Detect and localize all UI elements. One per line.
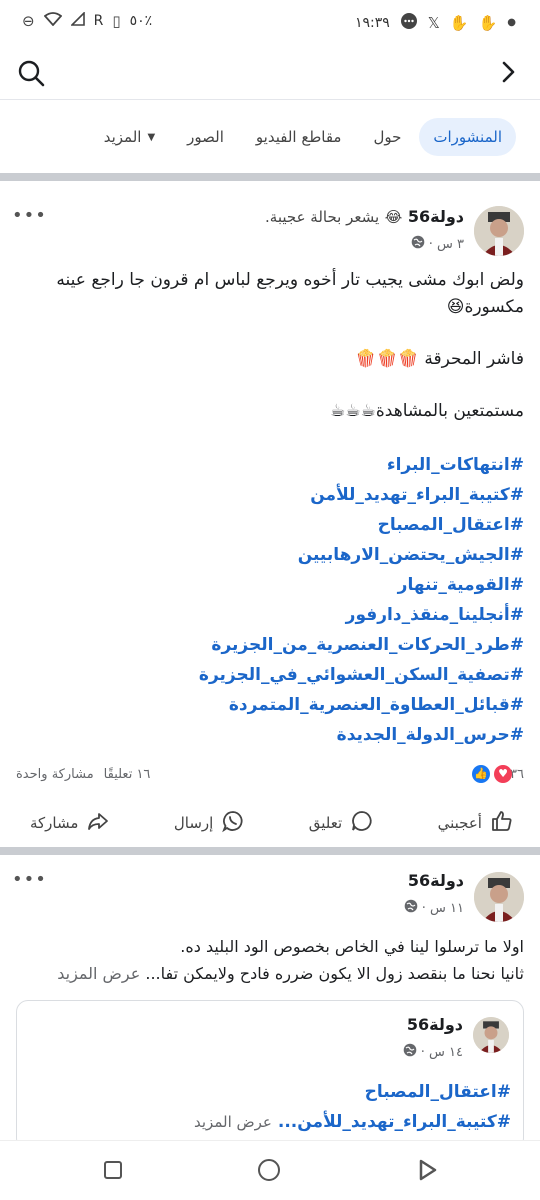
hashtag-link[interactable]: #كتيبة_البراء_تهديد_للأمن... — [278, 1107, 511, 1137]
wifi-icon — [43, 12, 62, 30]
status-bar: ١٩:٣٩ 𝕏 ✋ ✋ ● ⊖ R ▯ ٥٠٪ — [0, 0, 540, 44]
author-name[interactable]: دولة56 — [408, 207, 464, 226]
hashtag-link[interactable]: #اعتقال_المصباح — [14, 510, 524, 540]
hashtag-link[interactable]: #طرد_الحركات_العنصرية_من_الجزيرة — [14, 630, 524, 660]
post-meta: ١١ س · — [404, 899, 464, 917]
tab-label: المزيد — [103, 128, 142, 146]
share-button[interactable]: مشاركة — [30, 809, 110, 837]
post-body: اولا ما ترسلوا لينا في الخاص بخصوص الود … — [14, 933, 524, 987]
search-icon[interactable] — [16, 58, 46, 88]
network-type: R — [93, 13, 104, 29]
recents-button[interactable] — [104, 1161, 122, 1179]
globe-icon — [404, 899, 418, 917]
love-reaction-icon: ♥ — [494, 765, 513, 783]
x-icon: 𝕏 — [427, 14, 440, 32]
author-name[interactable]: دولة56 — [408, 871, 464, 890]
hashtag-link[interactable]: #الجيش_يحتضن_الارهابيين — [14, 540, 524, 570]
hashtag-link[interactable]: #قبائل_العطاوة_العنصرية_المتمردة — [14, 690, 524, 720]
hashtag-link[interactable]: #حرس_الدولة_الجديدة — [14, 720, 524, 750]
globe-icon — [411, 235, 425, 253]
hashtag-link[interactable]: #القومية_تنهار — [14, 570, 524, 600]
post-meta: ١٤ س · — [403, 1043, 463, 1061]
hashtag-link[interactable]: #كتيبة_البراء_تهديد_للأمن — [14, 480, 524, 510]
post-text-line: فاشر المحرقة 🍿🍿🍿 — [355, 349, 524, 369]
comment-icon — [350, 809, 374, 837]
tab-label: المنشورات — [433, 128, 502, 146]
battery-icon: ▯ — [112, 12, 121, 30]
system-nav-bar — [0, 1140, 540, 1200]
shares-count[interactable]: مشاركة واحدة — [16, 767, 94, 782]
comments-count[interactable]: ١٦ تعليقًا — [104, 767, 151, 782]
reactions-row: 👍 ♥ ٣٦ ١٦ تعليقًا مشاركة واحدة — [0, 763, 540, 791]
share-label: مشاركة — [30, 814, 79, 832]
hashtag-link[interactable]: #تصفية_السكن_العشوائي_في_الجزيرة — [14, 660, 524, 690]
more-options-icon[interactable]: ••• — [12, 205, 47, 226]
avatar[interactable] — [474, 872, 524, 922]
thumbs-up-icon — [490, 809, 514, 837]
hashtag-link[interactable]: #اعتقال_المصباح — [31, 1077, 511, 1107]
shared-post-card[interactable]: دولة56 ١٤ س · #اعتقال_المصباح #كتيبة_الب… — [16, 1000, 524, 1150]
post-body: ولض ابوك مشى يجيب تار أخوه ويرجع لباس ام… — [14, 267, 524, 750]
hashtag-link[interactable]: #أنجلينا_منقذ_دارفور — [14, 600, 524, 630]
post-text-truncated: ثانيا نحنا ما بنقصد زول الا يكون ضرره فا… — [145, 964, 524, 983]
tab-label: مقاطع الفيديو — [255, 128, 342, 146]
post-time: ١١ س · — [421, 900, 464, 916]
comment-button[interactable]: تعليق — [309, 809, 374, 837]
post-time: ٣ س · — [428, 236, 464, 252]
dnd-icon: ⊖ — [22, 12, 35, 30]
share-icon — [86, 809, 110, 837]
whatsapp-icon — [221, 809, 245, 837]
home-button[interactable] — [258, 1159, 280, 1181]
chevron-down-icon: ▼ — [147, 131, 156, 143]
post-time: ١٤ س · — [420, 1044, 463, 1060]
hand-icon: ✋ — [449, 14, 469, 32]
tab-label: الصور — [187, 128, 224, 146]
post-card: دولة56 😂 يشعر بحالة عجيبة. ٣ س · ••• ولض… — [0, 189, 540, 847]
post-meta: ٣ س · — [411, 235, 464, 253]
tab-about[interactable]: حول — [359, 118, 415, 156]
hashtag-link[interactable]: #انتهاكات_البراء — [14, 450, 524, 480]
author-name[interactable]: دولة56 — [407, 1015, 463, 1034]
post-header: دولة56 😂 يشعر بحالة عجيبة. — [265, 207, 464, 226]
avatar[interactable] — [474, 206, 524, 256]
avatar[interactable] — [473, 1017, 509, 1053]
post-text-line: ثانيا نحنا ما بنقصد زول الا يكون ضرره فا… — [14, 960, 524, 987]
like-reaction-icon: 👍 — [472, 765, 491, 783]
messenger-icon — [400, 12, 418, 34]
post-text-line: ولض ابوك مشى يجيب تار أخوه ويرجع لباس ام… — [56, 270, 524, 317]
like-label: أعجبني — [437, 814, 482, 832]
back-nav-button[interactable] — [418, 1159, 438, 1185]
battery-level: ٥٠٪ — [129, 13, 153, 29]
see-more-link[interactable]: عرض المزيد — [194, 1113, 272, 1131]
dot-icon: ● — [507, 17, 516, 28]
post-text-line: اولا ما ترسلوا لينا في الخاص بخصوص الود … — [180, 937, 524, 956]
tab-more[interactable]: المزيد ▼ — [90, 118, 169, 156]
tab-posts[interactable]: المنشورات — [419, 118, 516, 156]
like-button[interactable]: أعجبني — [438, 809, 514, 837]
status-time: ١٩:٣٩ — [355, 15, 390, 31]
back-icon[interactable] — [494, 58, 522, 86]
post-actions: أعجبني تعليق إرسال مشاركة — [0, 795, 540, 851]
post-text-line: مستمتعين بالمشاهدة☕☕☕ — [330, 401, 524, 421]
tab-label: حول — [373, 128, 402, 146]
feeling-emoji: 😂 — [384, 208, 403, 226]
send-button[interactable]: إرسال — [174, 809, 245, 837]
post-divider — [0, 847, 540, 855]
signal-icon — [69, 11, 85, 30]
comment-label: تعليق — [308, 814, 343, 832]
top-bar — [0, 44, 540, 100]
hand-icon: ✋ — [478, 14, 498, 32]
send-label: إرسال — [173, 814, 214, 832]
see-more-link[interactable]: عرض المزيد — [57, 964, 140, 983]
feeling-text: يشعر بحالة عجيبة. — [265, 208, 380, 226]
tab-videos[interactable]: مقاطع الفيديو — [242, 118, 356, 156]
tab-photos[interactable]: الصور — [173, 118, 238, 156]
globe-icon — [403, 1043, 417, 1061]
profile-tabs: المنشورات حول مقاطع الفيديو الصور المزيد… — [0, 101, 540, 181]
reactions-count[interactable]: ٣٦ — [510, 767, 524, 782]
more-options-icon[interactable]: ••• — [12, 869, 47, 890]
